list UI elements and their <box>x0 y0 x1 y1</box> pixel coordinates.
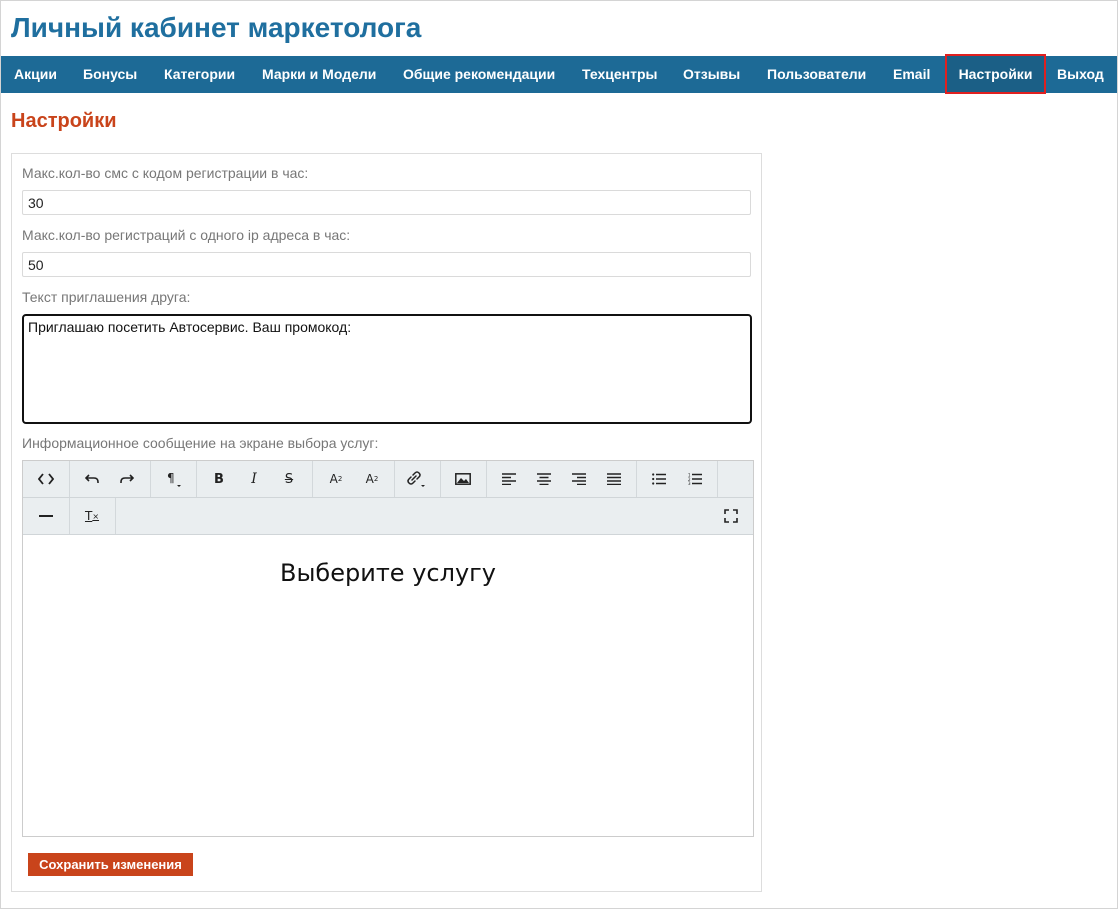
invite-text-area[interactable]: Приглашаю посетить Автосервис. Ваш промо… <box>22 314 752 424</box>
strikethrough-icon[interactable]: S <box>271 461 307 497</box>
align-right-icon[interactable] <box>561 461 597 497</box>
nav-item-brands-models[interactable]: Марки и Модели <box>262 56 376 93</box>
nav-item-tech-centers[interactable]: Техцентры <box>582 56 657 93</box>
redo-icon[interactable] <box>109 461 145 497</box>
bold-icon[interactable]: B <box>201 461 237 497</box>
svg-text:¶: ¶ <box>167 471 175 485</box>
ip-limit-label: Макс.кол-во регистраций с одного ip адре… <box>22 227 351 243</box>
nav-item-logout[interactable]: Выход <box>1057 56 1104 93</box>
nav-item-reviews[interactable]: Отзывы <box>683 56 740 93</box>
align-center-icon[interactable] <box>526 461 562 497</box>
clear-formatting-icon[interactable]: T × <box>74 498 110 534</box>
nav-item-general-recommendations[interactable]: Общие рекомендации <box>403 56 555 93</box>
info-message-label: Информационное сообщение на экране выбор… <box>22 435 379 451</box>
invite-text-label: Текст приглашения друга: <box>22 289 191 305</box>
unordered-list-icon[interactable] <box>641 461 677 497</box>
fullscreen-icon[interactable] <box>713 498 749 534</box>
nav-item-settings[interactable]: Настройки <box>945 54 1046 94</box>
page-title: Настройки <box>11 110 117 132</box>
nav-item-users[interactable]: Пользователи <box>767 56 866 93</box>
link-icon[interactable] <box>399 461 435 497</box>
site-title: Личный кабинет маркетолога <box>11 12 422 43</box>
ordered-list-icon[interactable]: 123 <box>677 461 713 497</box>
editor-toolbar-row-1: ¶ B I S A2 A2 1 2 3 <box>23 461 753 498</box>
subscript-icon[interactable]: A2 <box>354 461 390 497</box>
ip-limit-input[interactable] <box>22 252 751 277</box>
paragraph-format-icon[interactable]: ¶ <box>155 461 191 497</box>
nav-item-email[interactable]: Email <box>893 56 930 93</box>
save-changes-button[interactable]: Сохранить изменения <box>28 853 193 876</box>
sms-limit-label: Макс.кол-во смс с кодом регистрации в ча… <box>22 165 309 181</box>
italic-icon[interactable]: I <box>236 461 272 497</box>
undo-icon[interactable] <box>74 461 110 497</box>
align-left-icon[interactable] <box>491 461 527 497</box>
superscript-icon[interactable]: A2 <box>318 461 354 497</box>
horizontal-line-icon[interactable] <box>28 498 64 534</box>
rich-text-editor: ¶ B I S A2 A2 1 2 3 T × Выберите услугу <box>22 460 754 837</box>
nav-item-promotions[interactable]: Акции <box>14 56 57 93</box>
editor-content-heading: Выберите услугу <box>280 559 496 587</box>
code-view-icon[interactable] <box>28 461 64 497</box>
main-nav: Акции Бонусы Категории Марки и Модели Об… <box>1 54 1117 94</box>
align-justify-icon[interactable] <box>596 461 632 497</box>
image-icon[interactable] <box>445 461 481 497</box>
editor-toolbar-row-2: T × <box>23 498 753 535</box>
nav-item-bonuses[interactable]: Бонусы <box>83 56 137 93</box>
nav-item-categories[interactable]: Категории <box>164 56 235 93</box>
sms-limit-input[interactable] <box>22 190 751 215</box>
editor-content-area[interactable]: Выберите услугу <box>23 535 753 836</box>
svg-text:3: 3 <box>688 481 691 485</box>
